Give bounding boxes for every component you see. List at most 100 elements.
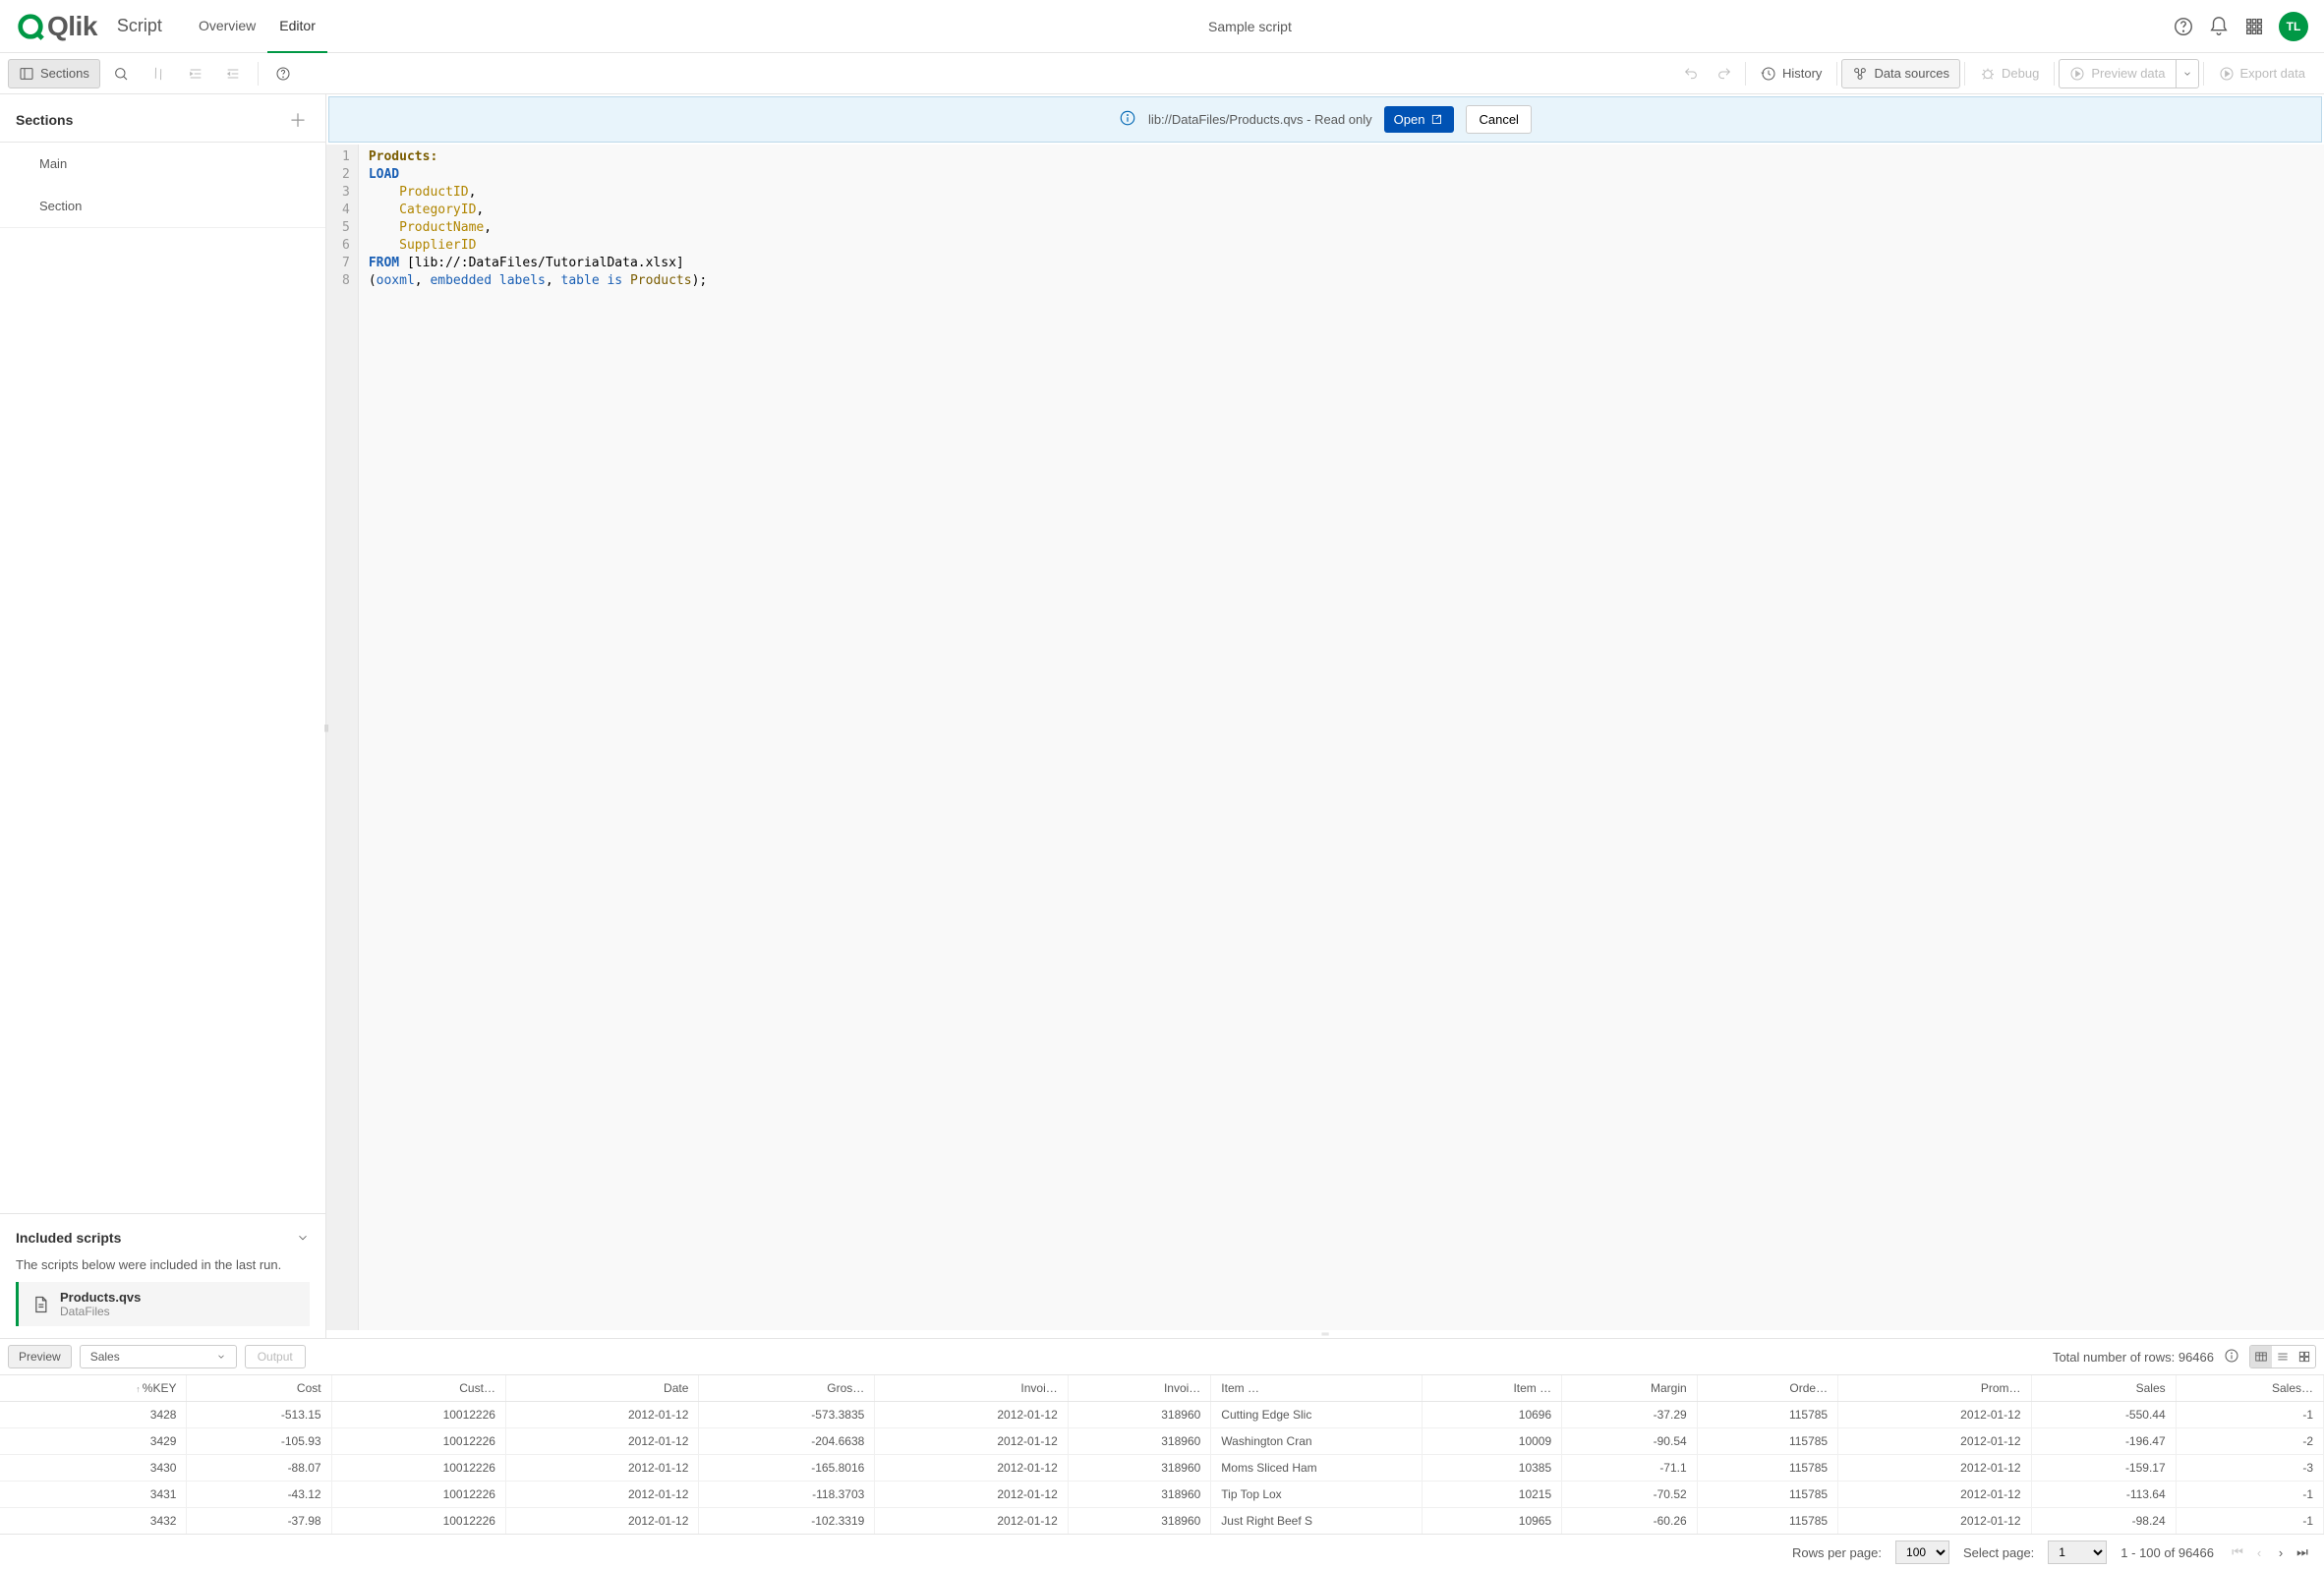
total-rows-label: Total number of rows: 96466 (2053, 1350, 2214, 1365)
column-header[interactable]: Cost (187, 1375, 331, 1402)
pager-first[interactable]: ⏮ (2228, 1542, 2247, 1562)
sidebar-icon (19, 66, 34, 82)
bug-icon (1980, 66, 1996, 82)
section-item-main[interactable]: Main (0, 143, 325, 185)
play-circle-icon (2219, 66, 2235, 82)
rows-per-page-select[interactable]: 100 (1895, 1541, 1949, 1564)
column-header[interactable]: Date (505, 1375, 698, 1402)
grid-icon (2297, 1350, 2311, 1364)
outdent-button[interactable] (216, 59, 250, 88)
column-header[interactable]: Item … (1211, 1375, 1423, 1402)
column-header[interactable]: Item … (1422, 1375, 1561, 1402)
view-grid-button[interactable] (2294, 1346, 2315, 1367)
avatar[interactable]: TL (2279, 12, 2308, 41)
included-scripts-desc: The scripts below were included in the l… (16, 1250, 310, 1282)
preview-table-scroll[interactable]: ↑%KEYCostCust…DateGros…Invoi…Invoi…Item … (0, 1374, 2324, 1534)
logo[interactable]: Qlik (16, 11, 97, 42)
search-icon (113, 66, 129, 82)
sidebar: Sections ＋ Main Section Included scripts… (0, 94, 326, 1338)
included-scripts-panel: Included scripts The scripts below were … (0, 1213, 325, 1338)
code-content[interactable]: Products: LOAD ProductID, CategoryID, Pr… (359, 145, 717, 1330)
indent-icon (188, 66, 203, 82)
preview-table: ↑%KEYCostCust…DateGros…Invoi…Invoi…Item … (0, 1375, 2324, 1534)
history-button[interactable]: History (1750, 59, 1832, 88)
add-section-button[interactable]: ＋ (286, 108, 310, 132)
page-select[interactable]: 1 (2048, 1541, 2107, 1564)
preview-data-dropdown[interactable] (2177, 59, 2199, 88)
column-header[interactable]: Invoi… (875, 1375, 1068, 1402)
pager: Rows per page: 100 Select page: 1 1 - 10… (0, 1534, 2324, 1570)
info-icon (1119, 109, 1136, 130)
table-row[interactable]: 3428-513.15100122262012-01-12-573.383520… (0, 1402, 2324, 1428)
editor-column: lib://DataFiles/Products.qvs - Read only… (326, 94, 2324, 1338)
tab-editor[interactable]: Editor (267, 0, 327, 53)
open-button[interactable]: Open (1384, 106, 1455, 133)
comment-button[interactable] (142, 59, 175, 88)
pager-prev[interactable]: ‹ (2249, 1542, 2269, 1562)
info-icon[interactable] (2224, 1348, 2239, 1366)
undo-button[interactable] (1674, 59, 1708, 88)
comment-icon (150, 66, 166, 82)
pager-last[interactable]: ⏭ (2293, 1542, 2312, 1562)
outdent-icon (225, 66, 241, 82)
open-new-icon (1430, 113, 1444, 127)
column-header[interactable]: Gros… (699, 1375, 875, 1402)
debug-button[interactable]: Debug (1969, 59, 2050, 88)
redo-button[interactable] (1708, 59, 1741, 88)
export-data-button[interactable]: Export data (2208, 59, 2317, 88)
help-icon[interactable] (2173, 16, 2194, 37)
horizontal-resize-handle[interactable]: ═ (326, 1330, 2324, 1338)
pager-next[interactable]: › (2271, 1542, 2291, 1562)
sidebar-resize-handle[interactable]: || (323, 717, 329, 740)
column-header[interactable]: Sales… (2176, 1375, 2323, 1402)
table-row[interactable]: 3432-37.98100122262012-01-12-102.3319201… (0, 1508, 2324, 1535)
help-inline-button[interactable] (266, 59, 300, 88)
column-header[interactable]: Invoi… (1068, 1375, 1211, 1402)
view-table-button[interactable] (2250, 1346, 2272, 1367)
chevron-down-icon (216, 1352, 226, 1362)
included-script-item[interactable]: Products.qvs DataFiles (16, 1282, 310, 1326)
column-header[interactable]: ↑%KEY (0, 1375, 187, 1402)
column-header[interactable]: Sales (2031, 1375, 2176, 1402)
select-page-label: Select page: (1963, 1545, 2034, 1560)
included-script-source: DataFiles (60, 1305, 141, 1318)
info-path: lib://DataFiles/Products.qvs - Read only (1148, 112, 1372, 127)
output-button[interactable]: Output (245, 1345, 306, 1368)
chevron-down-icon (2182, 69, 2192, 79)
data-sources-button[interactable]: Data sources (1841, 59, 1960, 88)
table-row[interactable]: 3431-43.12100122262012-01-12-118.3703201… (0, 1482, 2324, 1508)
preview-tab[interactable]: Preview (8, 1345, 72, 1368)
chevron-down-icon (296, 1231, 310, 1245)
bell-icon[interactable] (2208, 16, 2230, 37)
readonly-info-bar: lib://DataFiles/Products.qvs - Read only… (328, 96, 2322, 143)
code-editor[interactable]: 12345678 Products: LOAD ProductID, Categ… (326, 145, 2324, 1330)
search-button[interactable] (104, 59, 138, 88)
script-file-icon (30, 1295, 50, 1314)
main-area: Sections ＋ Main Section Included scripts… (0, 94, 2324, 1338)
column-header[interactable]: Orde… (1697, 1375, 1837, 1402)
view-toggle (2249, 1345, 2316, 1368)
view-list-button[interactable] (2272, 1346, 2294, 1367)
tab-overview[interactable]: Overview (187, 0, 267, 53)
top-tabs: Overview Editor (187, 0, 327, 53)
column-header[interactable]: Prom… (1838, 1375, 2031, 1402)
script-name: Sample script (327, 19, 2173, 34)
link-icgroup-icon (1852, 66, 1868, 82)
section-item-section[interactable]: Section (0, 185, 325, 228)
redo-icon (1716, 66, 1732, 82)
column-header[interactable]: Cust… (331, 1375, 505, 1402)
column-header[interactable]: Margin (1562, 1375, 1698, 1402)
sections-toggle-button[interactable]: Sections (8, 59, 100, 88)
table-selector[interactable]: Sales (80, 1345, 237, 1368)
included-script-name: Products.qvs (60, 1290, 141, 1305)
cancel-button[interactable]: Cancel (1466, 105, 1531, 134)
table-row[interactable]: 3430-88.07100122262012-01-12-165.8016201… (0, 1455, 2324, 1482)
apps-grid-icon[interactable] (2243, 16, 2265, 37)
history-icon (1761, 66, 1776, 82)
list-icon (2276, 1350, 2290, 1364)
included-scripts-toggle[interactable]: Included scripts (16, 1226, 310, 1250)
preview-data-button[interactable]: Preview data (2059, 59, 2176, 88)
undo-icon (1683, 66, 1699, 82)
table-row[interactable]: 3429-105.93100122262012-01-12-204.663820… (0, 1428, 2324, 1455)
indent-button[interactable] (179, 59, 212, 88)
